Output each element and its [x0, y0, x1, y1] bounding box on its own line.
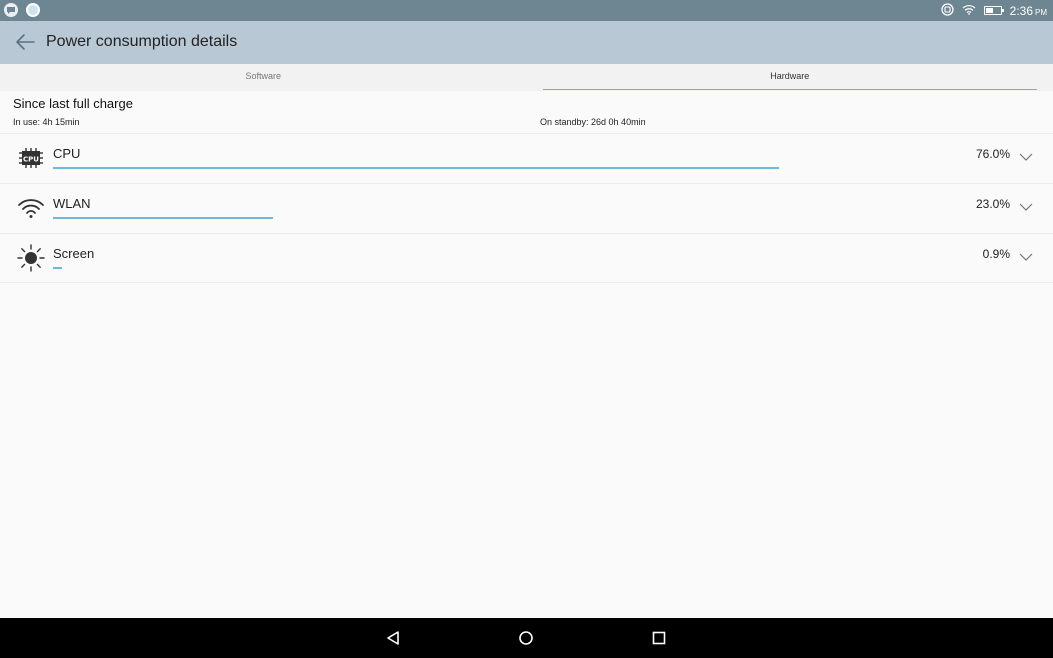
usage-bar-screen — [53, 267, 62, 269]
item-label-wlan: WLAN — [53, 196, 91, 211]
summary-title: Since last full charge — [13, 96, 133, 111]
app-notification-icon — [26, 3, 40, 17]
status-time-value: 2:36 — [1009, 3, 1033, 18]
tab-software[interactable]: Software — [0, 64, 527, 91]
nav-back-button[interactable] — [383, 628, 403, 648]
item-label-cpu: CPU — [53, 146, 81, 161]
consumption-list: CPU CPU 76.0% WLAN 23.0% Screen 0.9% — [0, 133, 1053, 283]
usage-summary: Since last full charge In use: 4h 15min … — [13, 96, 1043, 131]
list-item-screen[interactable]: Screen 0.9% — [0, 233, 1053, 283]
tab-hardware[interactable]: Hardware — [527, 64, 1053, 91]
home-circle-icon — [519, 631, 533, 645]
chevron-down-icon[interactable] — [1018, 202, 1034, 212]
chevron-down-icon[interactable] — [1018, 252, 1034, 262]
nav-home-button[interactable] — [516, 628, 536, 648]
item-value-wlan: 23.0% — [975, 197, 1010, 211]
in-use-time: In use: 4h 15min — [13, 117, 80, 127]
page-title: Power consumption details — [46, 33, 238, 50]
list-item-cpu[interactable]: CPU CPU 76.0% — [0, 133, 1053, 183]
cpu-icon: CPU — [16, 145, 46, 171]
usage-bar-wlan — [53, 217, 273, 219]
wifi-icon — [16, 195, 46, 221]
battery-icon — [983, 6, 1004, 15]
summary-times: In use: 4h 15min On standby: 26d 0h 40mi… — [13, 117, 1043, 131]
standby-time: On standby: 26d 0h 40min — [540, 117, 646, 127]
chat-notification-icon — [4, 3, 18, 17]
app-bar: Power consumption details — [0, 21, 1053, 64]
status-notifications — [4, 3, 40, 17]
status-time-ampm: PM — [1035, 7, 1047, 17]
chevron-down-icon[interactable] — [1018, 152, 1034, 162]
recents-square-icon — [652, 631, 666, 645]
status-bar: 2:36 PM — [0, 0, 1053, 21]
list-item-wlan[interactable]: WLAN 23.0% — [0, 183, 1053, 233]
status-time: 2:36 PM — [1010, 4, 1047, 18]
status-indicators: 2:36 PM — [940, 2, 1047, 19]
item-value-screen: 0.9% — [982, 247, 1010, 261]
usage-bar-cpu — [53, 167, 779, 169]
back-button[interactable] — [10, 29, 40, 55]
nav-recents-button[interactable] — [649, 628, 669, 648]
navigation-bar — [0, 618, 1053, 658]
item-value-cpu: 76.0% — [975, 147, 1010, 161]
sync-icon — [940, 2, 954, 19]
back-triangle-icon — [387, 631, 399, 645]
arrow-left-icon — [16, 34, 35, 50]
wifi-icon — [962, 4, 976, 18]
tab-bar: Software Hardware — [0, 64, 1053, 91]
brightness-icon — [16, 244, 46, 272]
svg-text:CPU: CPU — [23, 156, 39, 164]
item-label-screen: Screen — [53, 246, 95, 261]
